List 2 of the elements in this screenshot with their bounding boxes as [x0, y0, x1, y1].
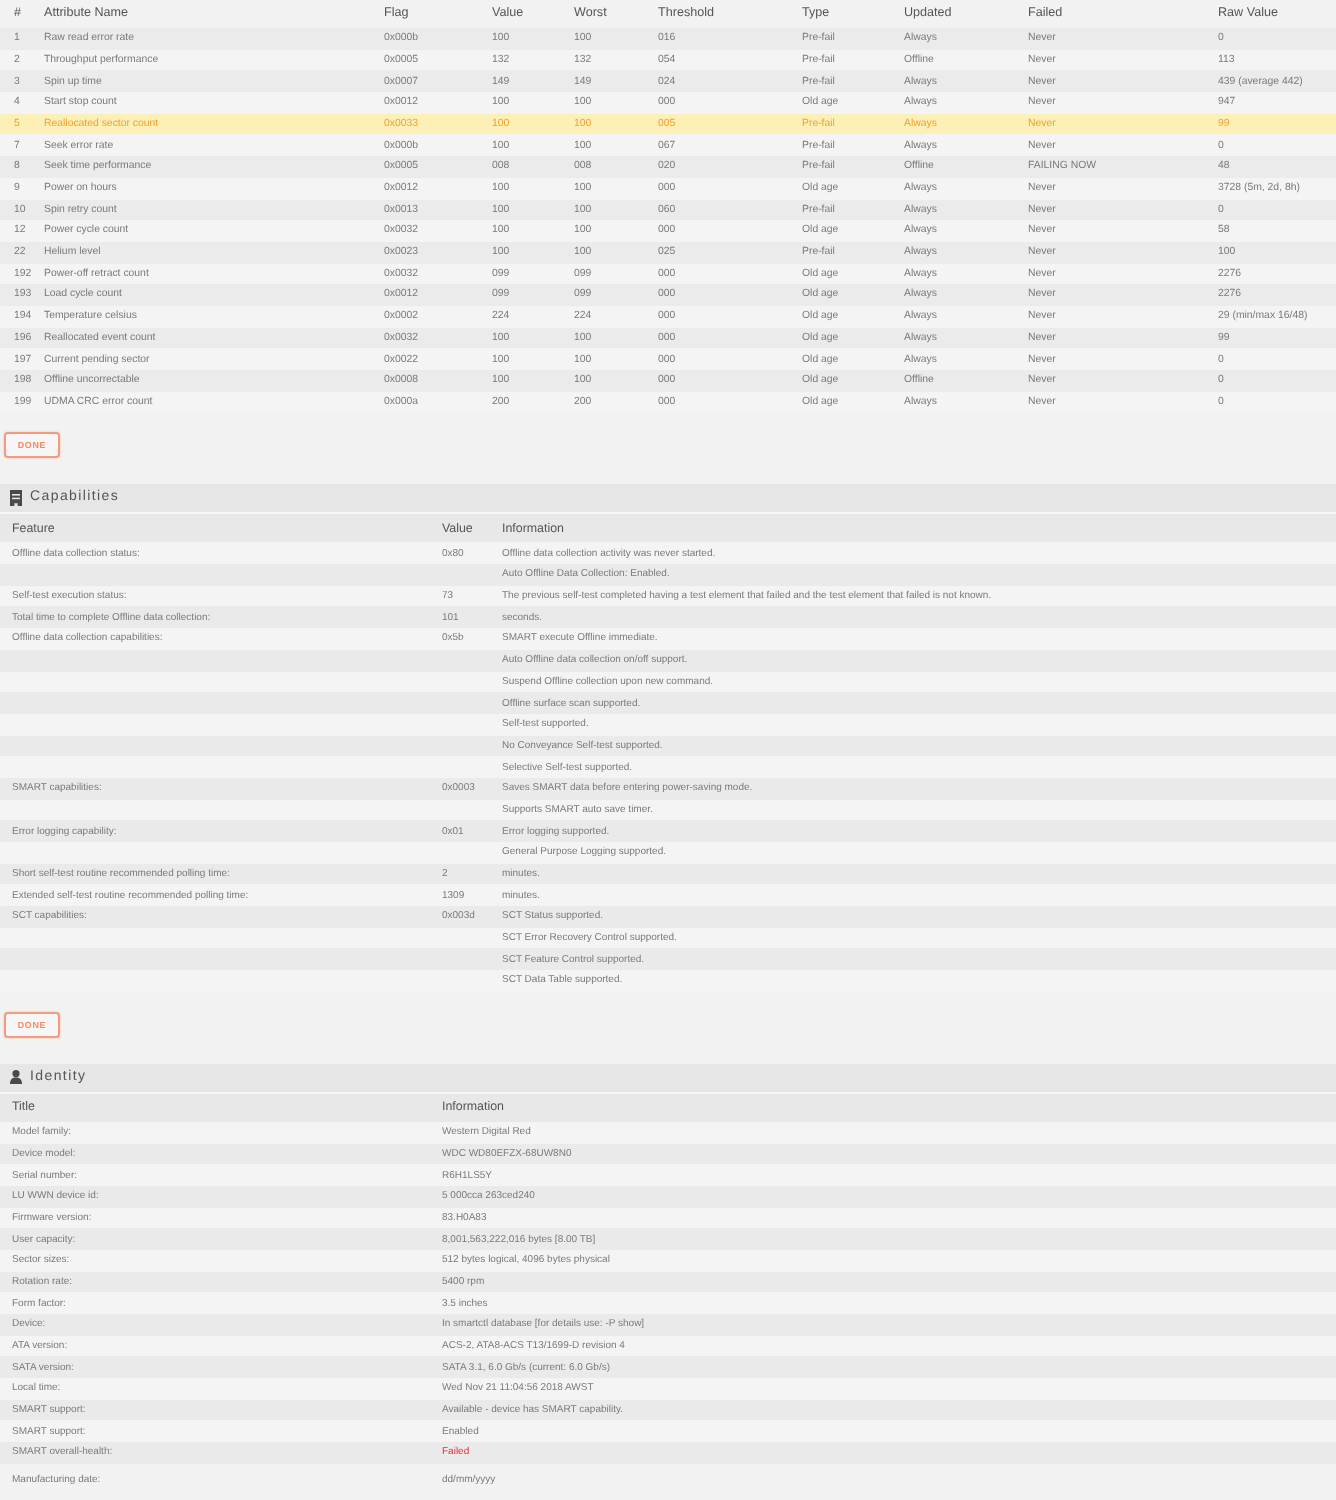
document-icon	[10, 490, 22, 507]
user-icon	[10, 1070, 22, 1085]
